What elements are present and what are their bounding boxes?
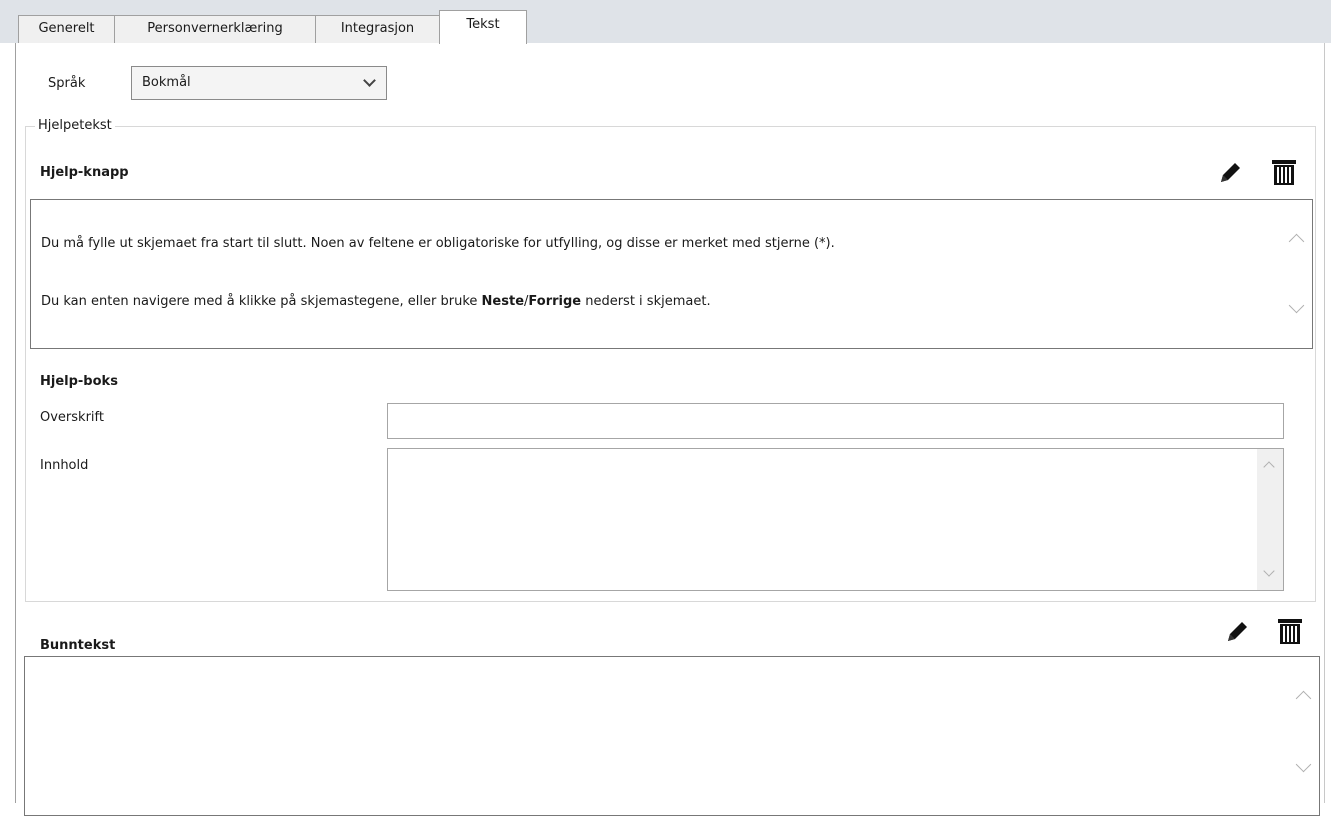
language-label: Språk bbox=[48, 76, 86, 91]
help-button-title: Hjelp-knapp bbox=[40, 165, 129, 180]
help-button-scrollbar[interactable] bbox=[1282, 200, 1312, 348]
trash-icon[interactable] bbox=[1271, 158, 1297, 186]
help-button-text-line-2: Du kan enten navigere med å klikke på sk… bbox=[41, 294, 711, 309]
trash-icon[interactable] bbox=[1277, 617, 1303, 645]
pencil-icon[interactable] bbox=[1219, 160, 1243, 184]
footer-textarea[interactable] bbox=[24, 656, 1320, 816]
tab-personvernerklaering[interactable]: Personvernerklæring bbox=[114, 15, 316, 43]
scroll-down-icon[interactable] bbox=[1288, 297, 1305, 314]
scroll-up-icon[interactable] bbox=[1288, 233, 1305, 250]
heading-label: Overskrift bbox=[40, 410, 104, 425]
scroll-up-icon[interactable] bbox=[1295, 690, 1312, 707]
scroll-down-icon[interactable] bbox=[1295, 756, 1312, 773]
help-box-title: Hjelp-boks bbox=[40, 374, 118, 389]
pencil-icon[interactable] bbox=[1226, 619, 1250, 643]
heading-input[interactable] bbox=[387, 403, 1284, 439]
language-select-value: Bokmål bbox=[142, 75, 191, 90]
content-textarea[interactable] bbox=[387, 448, 1284, 591]
language-select[interactable]: Bokmål bbox=[131, 66, 387, 100]
help-button-text-line-1: Du må fylle ut skjemaet fra start til sl… bbox=[41, 236, 835, 251]
tab-tekst[interactable]: Tekst bbox=[439, 10, 527, 44]
help-text-legend: Hjelpetekst bbox=[35, 118, 115, 133]
tab-integrasjon[interactable]: Integrasjon bbox=[315, 15, 440, 43]
footer-scrollbar[interactable] bbox=[1289, 657, 1319, 815]
tab-generelt[interactable]: Generelt bbox=[18, 15, 115, 43]
content-scrollbar[interactable] bbox=[1257, 449, 1283, 590]
content-label: Innhold bbox=[40, 458, 89, 473]
tab-strip: Generelt Personvernerklæring Integrasjon… bbox=[0, 0, 1331, 44]
scroll-up-icon[interactable] bbox=[1263, 461, 1275, 473]
chevron-down-icon bbox=[363, 74, 376, 87]
scroll-down-icon[interactable] bbox=[1263, 565, 1275, 577]
help-button-textarea[interactable]: Du må fylle ut skjemaet fra start til sl… bbox=[30, 199, 1313, 349]
footer-title: Bunntekst bbox=[40, 638, 116, 653]
